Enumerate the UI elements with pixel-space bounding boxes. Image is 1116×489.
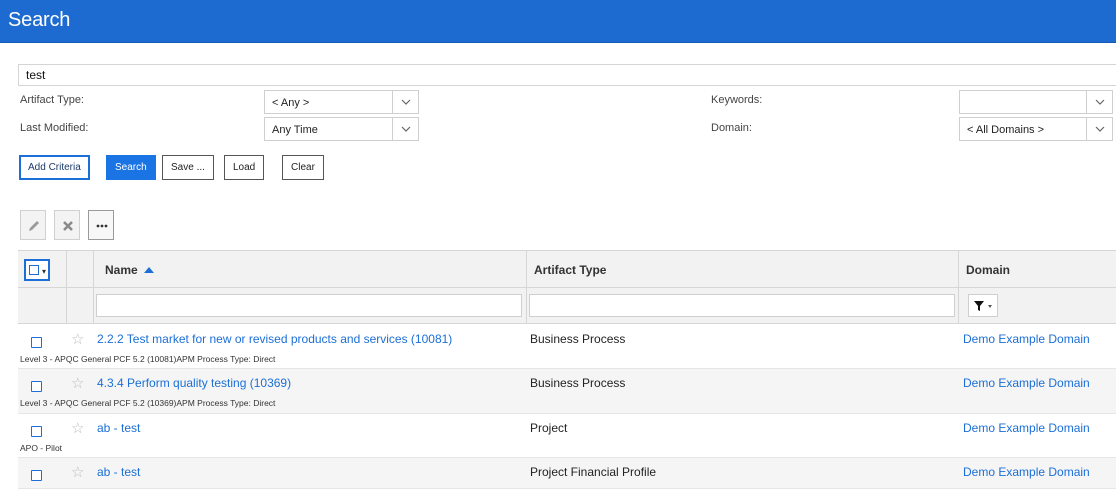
last-modified-select[interactable]: Any Time [264,117,419,141]
row-checkbox[interactable] [31,337,42,348]
artifact-name-link[interactable]: ab - test [97,465,140,479]
page-title: Search [8,9,71,31]
table-row[interactable]: ☆ ab - test Project Financial Profile De… [18,458,1116,489]
edit-button[interactable] [20,210,46,240]
domain-value: < All Domains > [967,124,1045,136]
row-checkbox[interactable] [31,426,42,437]
column-header-name[interactable]: Name [105,263,155,277]
more-button[interactable] [88,210,114,240]
last-modified-value: Any Time [272,124,318,136]
keywords-select[interactable] [959,90,1113,114]
page-header: Search [0,0,1116,43]
add-criteria-button[interactable]: Add Criteria [19,155,90,180]
artifact-description: APO - Pilot [20,443,63,453]
last-modified-label: Last Modified: [20,122,89,134]
filter-icon [974,301,992,311]
chevron-down-icon[interactable] [392,118,418,140]
pencil-icon [29,221,39,231]
sort-ascending-icon [144,267,155,273]
column-header-artifact-type[interactable]: Artifact Type [534,263,606,277]
star-icon[interactable]: ☆ [71,374,84,392]
artifact-name-link[interactable]: ab - test [97,421,140,435]
grid-header: ▾ Name Artifact Type Domain [18,250,1116,288]
star-icon[interactable]: ☆ [71,463,84,481]
row-checkbox[interactable] [31,470,42,481]
domain-filter-button[interactable] [968,294,998,317]
domain-link[interactable]: Demo Example Domain [963,332,1090,346]
artifact-description: Level 3 - APQC General PCF 5.2 (10081)AP… [20,354,276,364]
checkbox-icon [29,265,39,275]
domain-select[interactable]: < All Domains > [959,117,1113,141]
domain-link[interactable]: Demo Example Domain [963,421,1090,435]
search-input[interactable] [18,64,1116,86]
artifact-description: Level 3 - APQC General PCF 5.2 (10369)AP… [20,398,276,408]
table-row[interactable]: ☆ 2.2.2 Test market for new or revised p… [18,325,1116,369]
artifact-type-label: Artifact Type: [20,94,84,106]
artifact-type-cell: Business Process [530,376,626,390]
artifact-type-cell: Business Process [530,332,626,346]
domain-link[interactable]: Demo Example Domain [963,465,1090,479]
chevron-down-icon[interactable] [392,91,418,113]
table-row[interactable]: ☆ 4.3.4 Perform quality testing (10369) … [18,369,1116,414]
artifact-type-cell: Project Financial Profile [530,465,657,479]
row-checkbox[interactable] [31,381,42,392]
save-button[interactable]: Save ... [162,155,214,180]
table-row[interactable]: ☆ ab - test Project Demo Example Domain … [18,414,1116,458]
search-button[interactable]: Search [106,155,156,180]
clear-button[interactable]: Clear [282,155,324,180]
caret-down-icon: ▾ [42,267,47,276]
delete-button[interactable] [54,210,80,240]
domain-link[interactable]: Demo Example Domain [963,376,1090,390]
artifact-type-cell: Project [530,421,568,435]
x-icon [63,221,73,231]
artifact-name-link[interactable]: 4.3.4 Perform quality testing (10369) [97,376,291,390]
artifact-name-link[interactable]: 2.2.2 Test market for new or revised pro… [97,332,452,346]
more-icon [96,224,108,228]
star-icon[interactable]: ☆ [71,419,84,437]
select-all-checkbox[interactable]: ▾ [24,259,50,281]
artifact-type-select[interactable]: < Any > [264,90,419,114]
chevron-down-icon[interactable] [1086,91,1112,113]
domain-label: Domain: [711,122,752,134]
artifact-type-value: < Any > [272,97,310,109]
load-button[interactable]: Load [224,155,265,180]
star-icon[interactable]: ☆ [71,330,84,348]
column-header-domain[interactable]: Domain [966,263,1010,277]
name-filter-input[interactable] [96,294,522,317]
artifact-type-filter-input[interactable] [529,294,955,317]
chevron-down-icon[interactable] [1086,118,1112,140]
keywords-label: Keywords: [711,94,763,106]
grid-filter-row [18,288,1116,324]
